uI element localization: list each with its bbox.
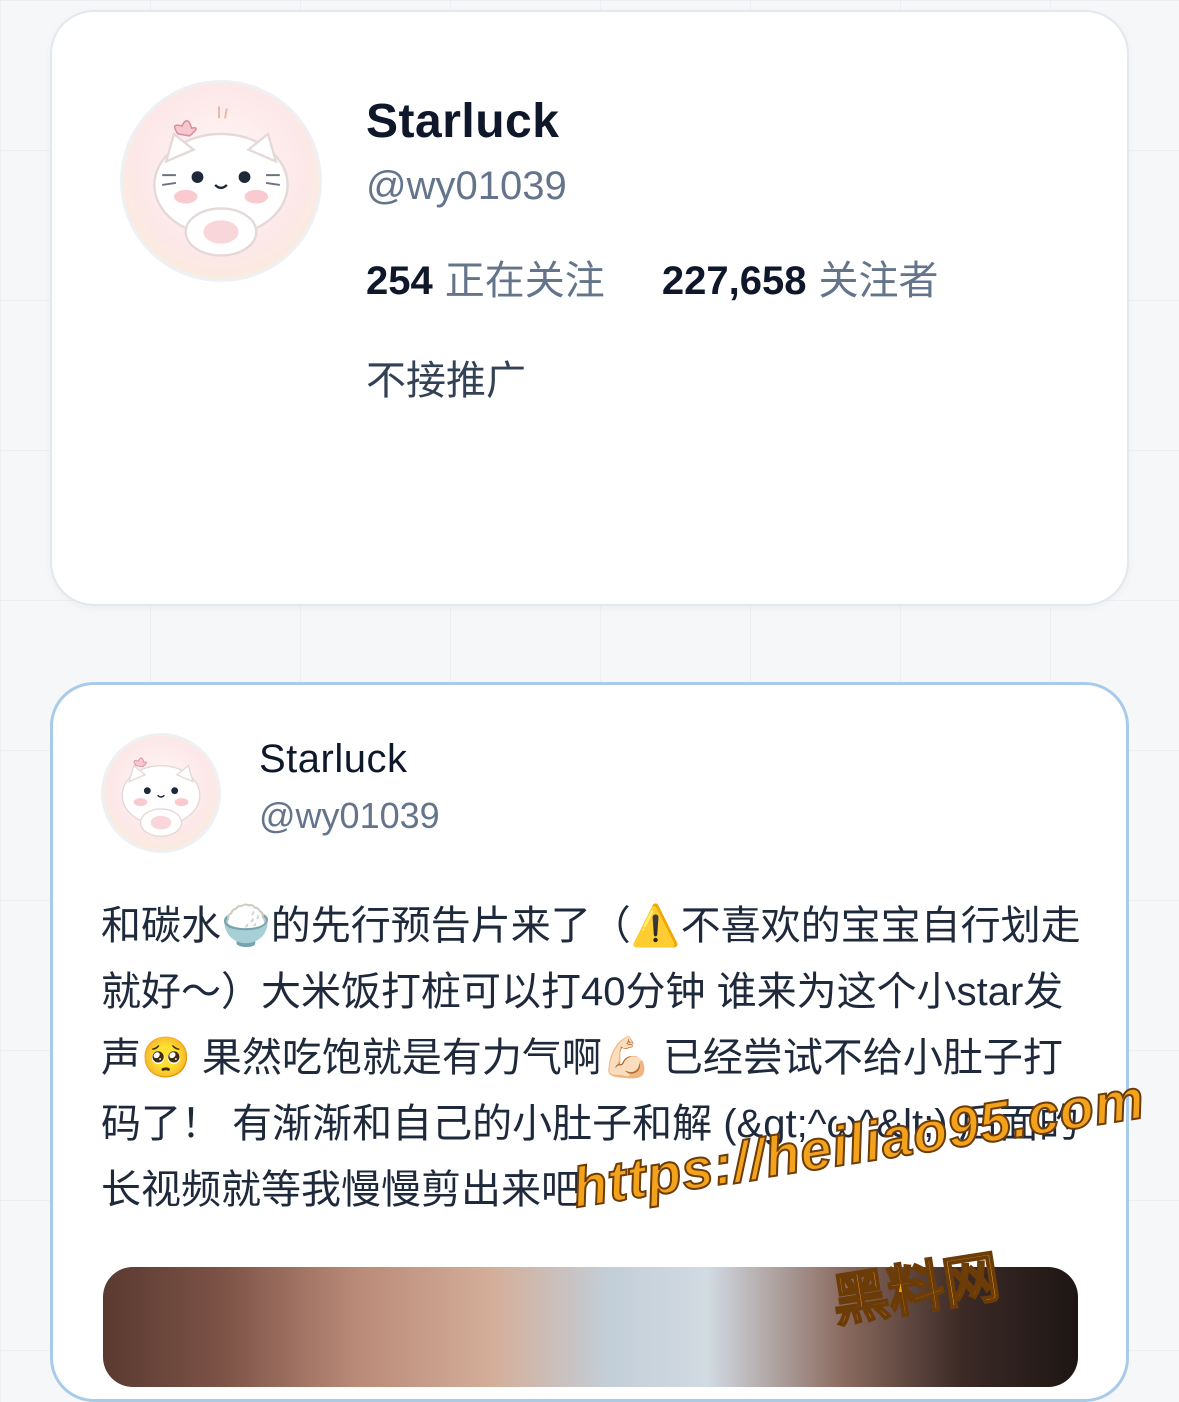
cat-avatar-icon: [121, 757, 201, 838]
cat-avatar-icon: [153, 106, 289, 257]
profile-bio: 不接推广: [366, 359, 526, 403]
profile-stats: 254 正在关注 227,658 关注者: [366, 248, 984, 306]
post-handle: @wy01039: [259, 795, 440, 836]
followers-label: 关注者: [818, 259, 939, 303]
following-label: 正在关注: [444, 259, 605, 303]
profile-display-name: Starluck: [366, 95, 560, 148]
profile-handle: @wy01039: [366, 164, 567, 208]
post-display-name[interactable]: Starluck: [259, 737, 408, 782]
followers-count: 227,658: [661, 259, 807, 303]
following-stat[interactable]: 254 正在关注: [366, 248, 605, 306]
profile-card: Starluck @wy01039 254 正在关注 227,658 关注者 不接推…: [50, 10, 1129, 606]
following-count: 254: [366, 259, 433, 303]
profile-avatar-icon[interactable]: [120, 80, 322, 282]
followers-stat[interactable]: 227,658 关注者: [662, 248, 939, 306]
post-avatar-icon[interactable]: [101, 733, 221, 853]
